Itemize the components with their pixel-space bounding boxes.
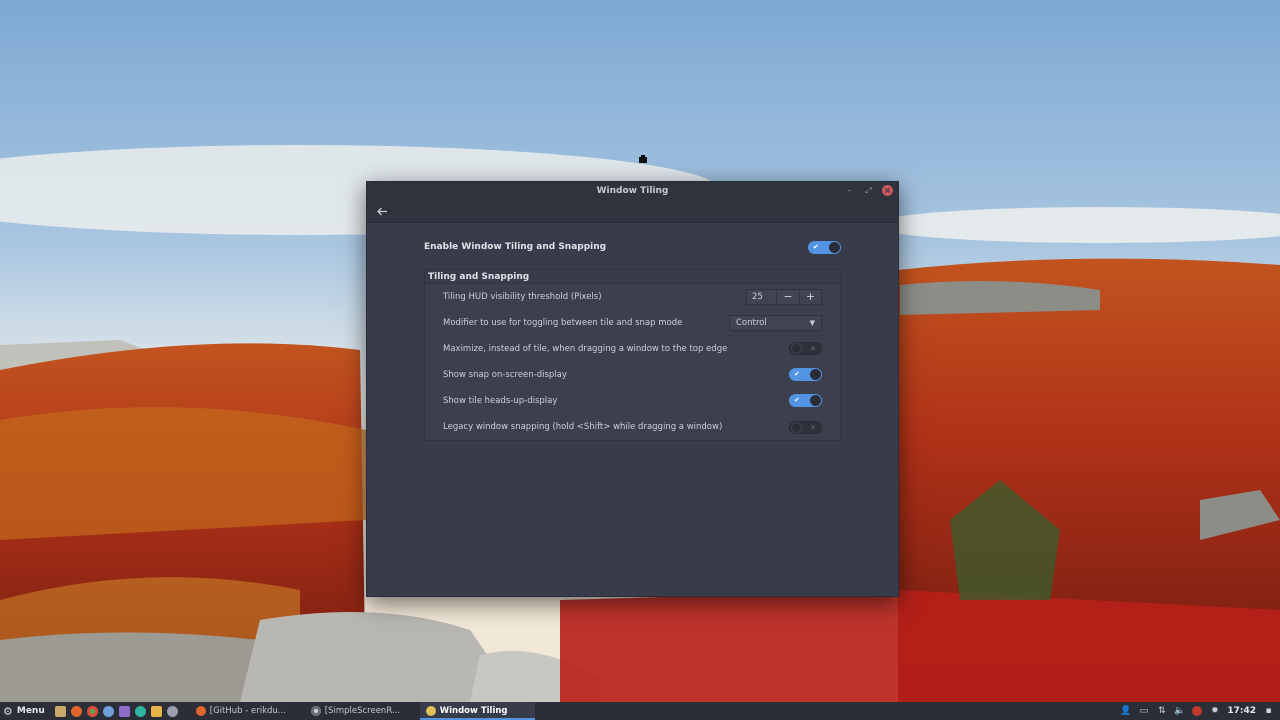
snap-osd-label: Show snap on-screen-display xyxy=(443,369,567,380)
panel-launchers xyxy=(51,705,178,717)
hud-threshold-value[interactable]: 25 xyxy=(747,289,777,304)
task-label: Window Tiling xyxy=(439,706,508,716)
legacy-snapping-label: Legacy window snapping (hold <Shift> whi… xyxy=(443,422,723,432)
show-desktop-icon[interactable] xyxy=(54,705,66,717)
app-gray-icon[interactable] xyxy=(166,705,178,717)
window-controls: – ⤢ × xyxy=(844,185,893,196)
taskbar: ⚙ Menu [GitHub - erikdu... [SimpleScreen… xyxy=(0,702,1280,720)
user-icon[interactable]: 👤 xyxy=(1120,706,1131,716)
titlebar[interactable]: Window Tiling – ⤢ × xyxy=(367,182,898,200)
recorder-icon xyxy=(310,706,321,716)
firefox-icon xyxy=(195,706,206,716)
enable-tiling-switch[interactable]: ✔ xyxy=(808,240,841,254)
maximize-row: Maximize, instead of tile, when dragging… xyxy=(425,336,840,362)
modifier-value: Control xyxy=(736,317,767,328)
file-manager-icon[interactable] xyxy=(150,705,162,717)
display-icon[interactable]: ▭ xyxy=(1138,706,1149,716)
modifier-label: Modifier to use for toggling between til… xyxy=(443,317,683,328)
close-icon[interactable]: × xyxy=(882,185,893,196)
settings-content: Enable Window Tiling and Snapping ✔ Tili… xyxy=(424,237,841,441)
network-icon[interactable]: ⇅ xyxy=(1156,706,1167,716)
window-title: Window Tiling xyxy=(596,186,669,196)
legacy-snapping-row: Legacy window snapping (hold <Shift> whi… xyxy=(425,414,840,440)
clock[interactable]: 17:42 xyxy=(1227,706,1256,716)
task-github[interactable]: [GitHub - erikdu... xyxy=(190,702,305,720)
snap-osd-row: Show snap on-screen-display ✔ xyxy=(425,362,840,388)
app-purple-icon[interactable] xyxy=(118,705,130,717)
tiling-section: Tiling and Snapping Tiling HUD visibilit… xyxy=(424,269,841,441)
settings-icon xyxy=(425,706,436,716)
task-list: [GitHub - erikdu... [SimpleScreenR... Wi… xyxy=(190,702,535,720)
snap-osd-switch[interactable]: ✔ xyxy=(789,368,822,381)
menu-label: Menu xyxy=(16,706,45,716)
notification-icon[interactable]: ▪ xyxy=(1263,706,1274,716)
record-status-icon[interactable] xyxy=(1192,706,1203,716)
tile-hud-label: Show tile heads-up-display xyxy=(443,395,558,406)
task-simplescreenrecorder[interactable]: [SimpleScreenR... xyxy=(305,702,420,720)
tile-hud-switch[interactable]: ✔ xyxy=(789,394,822,407)
hud-threshold-label: Tiling HUD visibility threshold (Pixels) xyxy=(443,291,602,302)
window-tiling-dialog: Window Tiling – ⤢ × Enable Window Tiling… xyxy=(366,181,899,597)
app-teal-icon[interactable] xyxy=(134,705,146,717)
chrome-icon[interactable] xyxy=(86,705,98,717)
settings-gear-icon[interactable]: ✹ xyxy=(1209,706,1220,716)
chevron-down-icon: ▼ xyxy=(809,318,815,327)
task-label: [SimpleScreenR... xyxy=(324,706,401,716)
legacy-snapping-switch[interactable]: ✕ xyxy=(789,420,822,434)
enable-tiling-label: Enable Window Tiling and Snapping xyxy=(424,242,607,252)
menu-button[interactable]: ⚙ Menu xyxy=(0,702,51,720)
task-window-tiling[interactable]: Window Tiling xyxy=(419,702,535,720)
modifier-dropdown[interactable]: Control ▼ xyxy=(729,314,822,331)
gear-menu-icon: ⚙ xyxy=(3,704,13,718)
increment-button[interactable]: + xyxy=(799,289,821,304)
hud-threshold-spinbutton: 25 − + xyxy=(746,288,822,305)
tile-hud-row: Show tile heads-up-display ✔ xyxy=(425,388,840,414)
enable-tiling-row: Enable Window Tiling and Snapping ✔ xyxy=(424,237,841,257)
volume-icon[interactable]: 🔈 xyxy=(1174,706,1185,716)
maximize-switch[interactable]: ✕ xyxy=(789,342,822,355)
modifier-row: Modifier to use for toggling between til… xyxy=(425,310,840,336)
back-arrow-icon[interactable] xyxy=(375,204,389,218)
maximize-label: Maximize, instead of tile, when dragging… xyxy=(443,343,728,354)
chromium-icon[interactable] xyxy=(102,705,114,717)
mouse-cursor-icon xyxy=(639,155,647,163)
maximize-icon[interactable]: ⤢ xyxy=(863,185,874,196)
section-title: Tiling and Snapping xyxy=(425,270,840,284)
system-tray: 👤 ▭ ⇅ 🔈 ✹ 17:42 ▪ xyxy=(1120,702,1274,720)
hud-threshold-row: Tiling HUD visibility threshold (Pixels)… xyxy=(425,284,840,310)
headerbar xyxy=(367,200,898,223)
task-label: [GitHub - erikdu... xyxy=(209,706,286,716)
firefox-icon[interactable] xyxy=(70,705,82,717)
minimize-icon[interactable]: – xyxy=(844,185,855,196)
decrement-button[interactable]: − xyxy=(777,290,799,304)
